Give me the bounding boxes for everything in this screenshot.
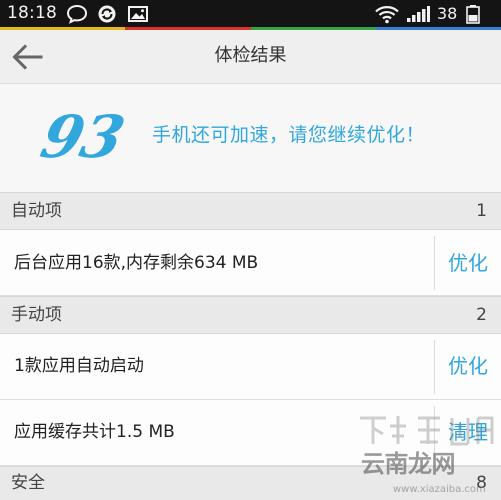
status-bar: 18:18 38 — [0, 0, 501, 27]
score-section: 93 手机还可加速，请您继续优化！ — [0, 84, 501, 191]
clean-button[interactable]: 清理 — [435, 420, 501, 444]
list-item-autostart: 1款应用自动启动 优化 — [0, 334, 501, 400]
list-item-cache: 应用缓存共计1.5 MB 清理 — [0, 400, 501, 466]
page-title: 体检结果 — [214, 45, 287, 66]
row-label: 1款应用自动启动 — [14, 356, 144, 376]
section-count: 1 — [476, 201, 487, 221]
row-label: 应用缓存共计1.5 MB — [14, 422, 175, 442]
list-item-background-apps: 后台应用16款,内存剩余634 MB 优化 — [0, 230, 501, 296]
status-time: 18:18 — [7, 3, 57, 23]
signal-icon — [407, 6, 430, 22]
sync-icon — [98, 5, 116, 23]
section-header-security: 安全 8 — [0, 466, 501, 500]
wifi-icon — [375, 6, 399, 24]
health-score: 93 — [34, 103, 131, 171]
row-label: 后台应用16款,内存剩余634 MB — [14, 253, 259, 273]
section-header-manual: 手动项 2 — [0, 296, 501, 334]
section-header-auto: 自动项 1 — [0, 192, 501, 230]
optimize-button[interactable]: 优化 — [435, 251, 501, 275]
section-count: 2 — [476, 305, 487, 325]
message-icon — [66, 4, 88, 24]
section-count: 8 — [476, 473, 487, 493]
title-bar: 体检结果 — [0, 30, 501, 84]
image-icon — [128, 6, 148, 22]
section-title: 手动项 — [11, 305, 62, 325]
score-message: 手机还可加速，请您继续优化！ — [152, 124, 426, 146]
battery-level: 38 — [437, 4, 458, 23]
section-title: 自动项 — [11, 201, 62, 221]
battery-icon — [466, 5, 480, 24]
section-title: 安全 — [11, 473, 45, 493]
optimize-button[interactable]: 优化 — [435, 354, 501, 378]
